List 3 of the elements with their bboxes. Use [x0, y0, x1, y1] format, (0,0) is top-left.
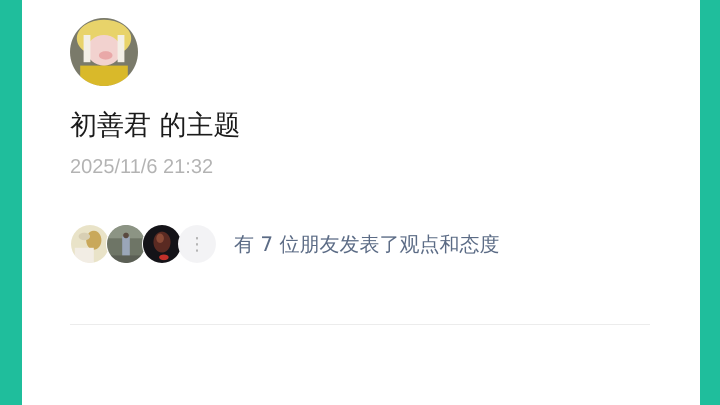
- reactions-link[interactable]: 有 7 位朋友发表了观点和态度: [234, 230, 500, 258]
- post-title: 初善君 的主题: [70, 109, 242, 143]
- timestamp: 2025/11/6 21:32: [70, 155, 214, 180]
